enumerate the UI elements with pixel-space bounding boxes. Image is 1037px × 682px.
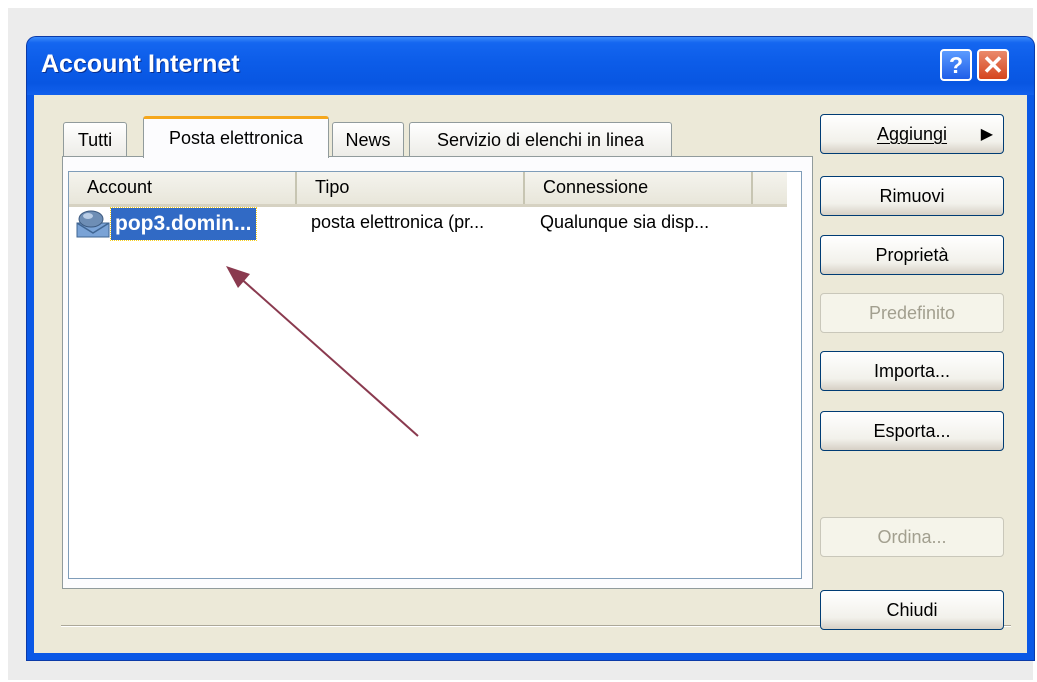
annotation-arrow: [226, 266, 419, 437]
tab-posta-elettronica[interactable]: Posta elettronica: [143, 116, 329, 158]
tab-label: Posta elettronica: [168, 128, 304, 148]
